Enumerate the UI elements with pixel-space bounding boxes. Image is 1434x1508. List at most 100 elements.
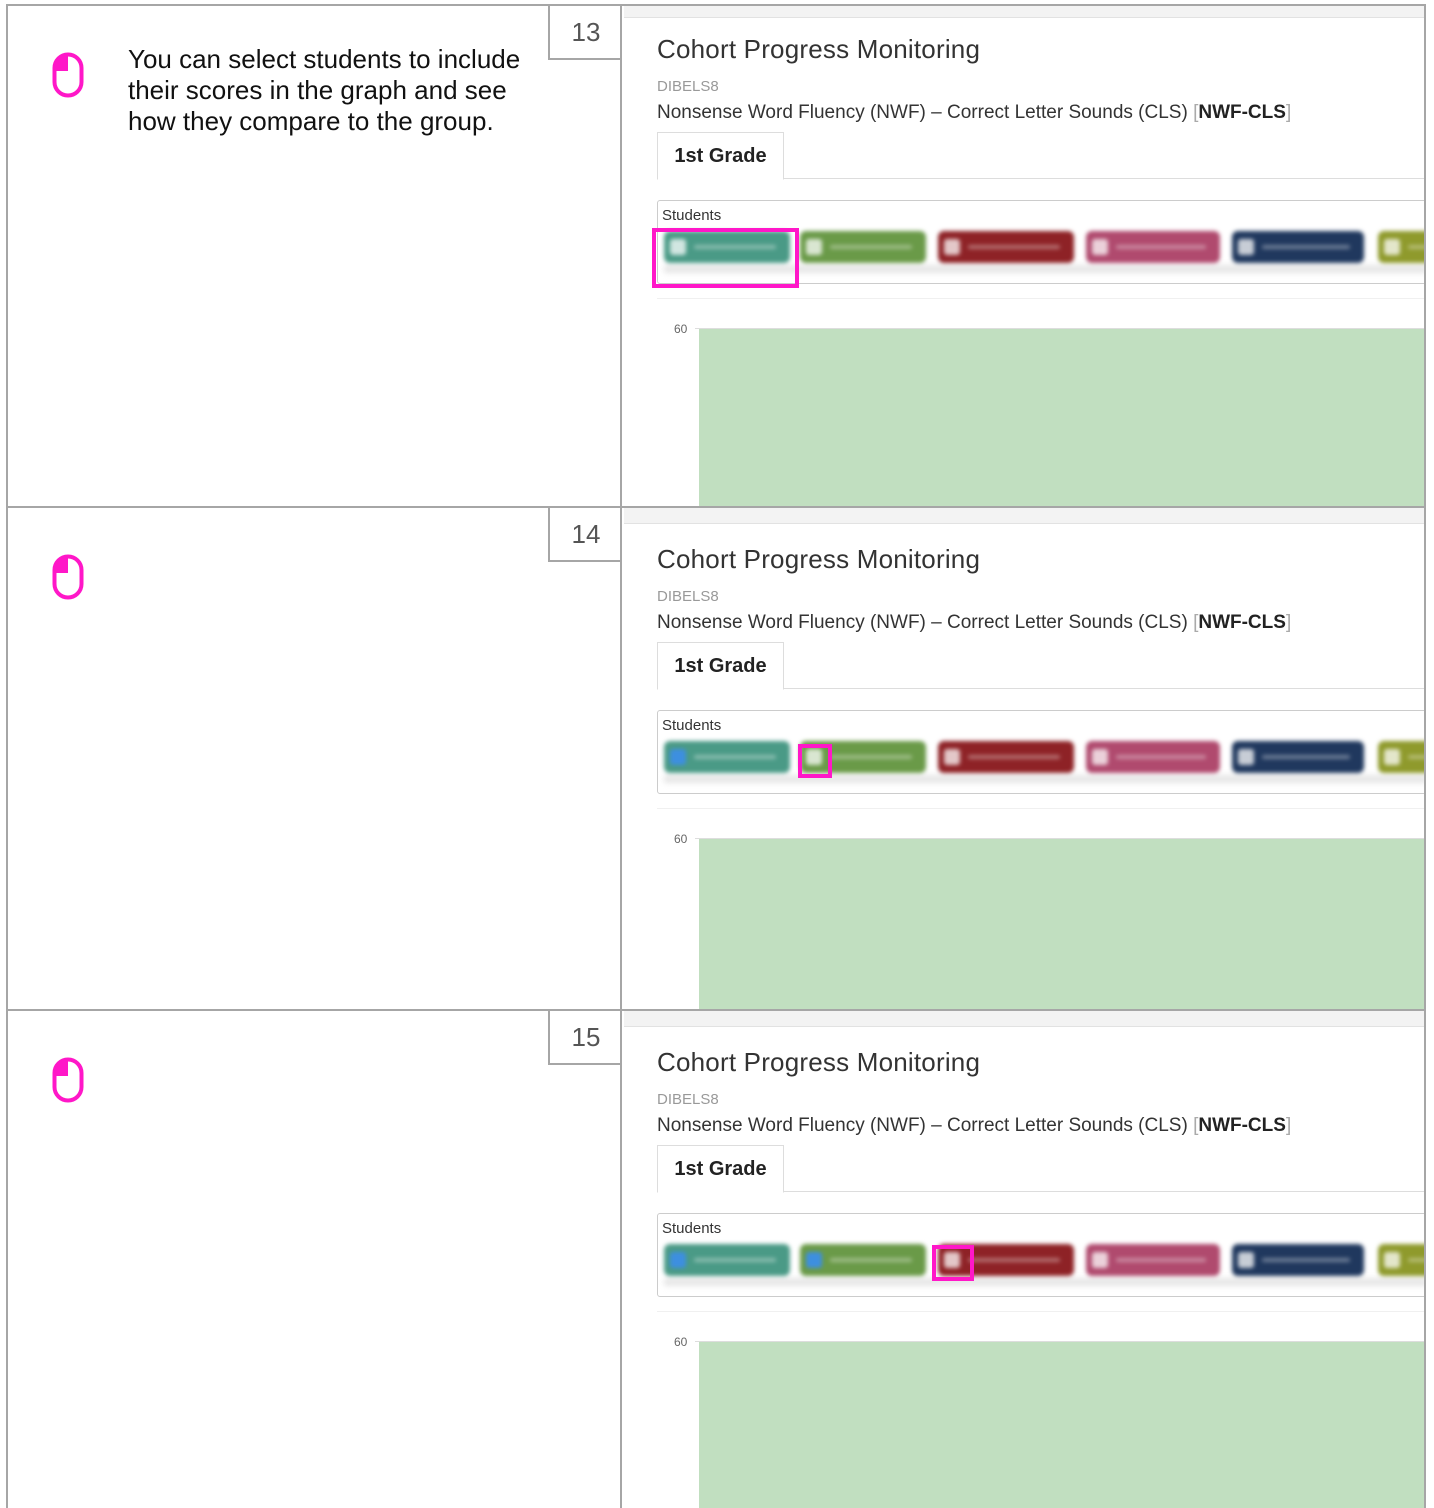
student-chip[interactable]	[1232, 741, 1364, 773]
students-label: Students	[662, 1220, 722, 1237]
student-checkbox[interactable]	[1238, 749, 1254, 765]
student-checkbox[interactable]	[944, 239, 960, 255]
student-checkbox[interactable]	[1238, 239, 1254, 255]
student-checkbox[interactable]	[1092, 1252, 1108, 1268]
app-screenshot: Cohort Progress Monitoring DIBELS8 Nonse…	[624, 1011, 1424, 1508]
chart-benchmark-band	[699, 838, 1424, 1009]
highlight-third-student-checkbox	[932, 1245, 974, 1281]
app-screenshot: Cohort Progress Monitoring DIBELS8 Nonse…	[624, 6, 1424, 506]
chart-gridline	[695, 838, 1424, 839]
student-checkbox-checked[interactable]	[670, 749, 686, 765]
measure-bracket-close: ]	[1285, 102, 1292, 123]
step-text-cell: 14	[8, 508, 622, 1009]
student-checkbox[interactable]	[1092, 749, 1108, 765]
page-title: Cohort Progress Monitoring	[657, 1047, 981, 1077]
measure-code: NWF-CLS	[1198, 612, 1286, 633]
student-chip[interactable]	[938, 231, 1074, 263]
step-row-13: You can select students to include their…	[8, 6, 1424, 508]
measure-name: Nonsense Word Fluency (NWF) – Correct Le…	[657, 1115, 1291, 1137]
step-screenshot-cell: Cohort Progress Monitoring DIBELS8 Nonse…	[624, 6, 1424, 506]
measure-code: NWF-CLS	[1198, 102, 1286, 123]
student-checkbox[interactable]	[1384, 1252, 1400, 1268]
app-top-bar	[624, 508, 1424, 524]
students-label: Students	[662, 207, 722, 224]
mouse-left-click-icon	[52, 1057, 84, 1103]
measure-code: NWF-CLS	[1198, 1115, 1286, 1136]
step-screenshot-cell: Cohort Progress Monitoring DIBELS8 Nonse…	[624, 508, 1424, 1009]
tab-1st-grade[interactable]: 1st Grade	[657, 1145, 784, 1193]
chip-list-shadow	[664, 1278, 1424, 1286]
progress-chart: 60	[657, 808, 1424, 1009]
students-label: Students	[662, 717, 722, 734]
student-name-blurred	[1116, 755, 1206, 759]
tab-1st-grade[interactable]: 1st Grade	[657, 642, 784, 690]
student-checkbox-checked[interactable]	[670, 1252, 686, 1268]
student-name-blurred	[1116, 245, 1206, 249]
student-name-blurred	[830, 755, 912, 759]
student-name-blurred	[694, 755, 776, 759]
student-chip[interactable]	[1378, 1244, 1424, 1276]
measure-bracket-close: ]	[1285, 612, 1292, 633]
highlight-second-student-checkbox	[798, 744, 832, 778]
student-name-blurred	[1408, 245, 1424, 249]
student-checkbox[interactable]	[806, 239, 822, 255]
instruction-document: You can select students to include their…	[6, 4, 1426, 1508]
page-title: Cohort Progress Monitoring	[657, 544, 981, 574]
student-chip[interactable]	[800, 1244, 926, 1276]
measure-bracket-close: ]	[1285, 1115, 1292, 1136]
assessment-name: DIBELS8	[657, 78, 719, 95]
step-text-cell: You can select students to include their…	[8, 6, 622, 506]
y-tick-label: 60	[674, 322, 688, 336]
student-checkbox[interactable]	[1384, 239, 1400, 255]
measure-name: Nonsense Word Fluency (NWF) – Correct Le…	[657, 612, 1291, 634]
student-name-blurred	[968, 245, 1060, 249]
student-chip[interactable]	[664, 741, 790, 773]
student-checkbox[interactable]	[1092, 239, 1108, 255]
mouse-left-click-icon	[52, 52, 84, 98]
progress-chart: 60	[657, 298, 1424, 506]
student-chip[interactable]	[664, 1244, 790, 1276]
step-row-14: 14 Cohort Progress Monitoring DIBELS8 No…	[8, 508, 1424, 1011]
student-chip[interactable]	[1232, 1244, 1364, 1276]
chart-benchmark-band	[699, 1341, 1424, 1508]
student-name-blurred	[1116, 1258, 1206, 1262]
student-chip[interactable]	[1232, 231, 1364, 263]
progress-chart: 60	[657, 1311, 1424, 1508]
y-tick-label: 60	[674, 832, 688, 846]
student-chip[interactable]	[938, 741, 1074, 773]
step-number: 14	[548, 508, 622, 562]
student-name-blurred	[968, 755, 1060, 759]
student-name-blurred	[1262, 245, 1350, 249]
student-checkbox[interactable]	[1384, 749, 1400, 765]
instruction-text: You can select students to include their…	[128, 44, 521, 136]
students-selector: Students	[657, 1213, 1424, 1297]
student-checkbox[interactable]	[944, 749, 960, 765]
student-chip[interactable]	[1086, 741, 1220, 773]
measure-label: Nonsense Word Fluency (NWF) – Correct Le…	[657, 1115, 1194, 1136]
student-name-blurred	[968, 1258, 1060, 1262]
page-title: Cohort Progress Monitoring	[657, 34, 981, 64]
student-checkbox-checked[interactable]	[806, 1252, 822, 1268]
mouse-left-click-icon	[52, 554, 84, 600]
student-chip-list	[664, 739, 1424, 783]
student-name-blurred	[830, 1258, 912, 1262]
assessment-name: DIBELS8	[657, 588, 719, 605]
student-chip-list	[664, 1242, 1424, 1286]
step-text-cell: 15	[8, 1011, 622, 1508]
step-row-15: 15 Cohort Progress Monitoring DIBELS8 No…	[8, 1011, 1424, 1508]
assessment-name: DIBELS8	[657, 1091, 719, 1108]
chart-benchmark-band	[699, 328, 1424, 506]
student-name-blurred	[830, 245, 912, 249]
student-checkbox[interactable]	[1238, 1252, 1254, 1268]
student-chip[interactable]	[1378, 231, 1424, 263]
app-top-bar	[624, 6, 1424, 18]
tab-1st-grade[interactable]: 1st Grade	[657, 132, 784, 180]
measure-label: Nonsense Word Fluency (NWF) – Correct Le…	[657, 612, 1194, 633]
app-top-bar	[624, 1011, 1424, 1027]
student-chip[interactable]	[800, 231, 926, 263]
student-chip[interactable]	[1086, 1244, 1220, 1276]
student-chip[interactable]	[1086, 231, 1220, 263]
student-name-blurred	[1408, 755, 1424, 759]
step-number: 13	[548, 6, 622, 60]
student-chip[interactable]	[1378, 741, 1424, 773]
